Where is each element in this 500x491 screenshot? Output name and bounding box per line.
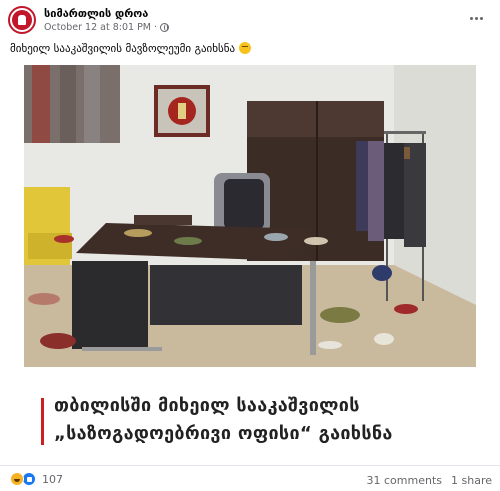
post-photo[interactable]: [24, 65, 476, 367]
facebook-post-card: სიმართლის დროა October 12 at 8:01 PM · მ…: [0, 0, 500, 491]
post-header: სიმართლის დროა October 12 at 8:01 PM ·: [0, 0, 500, 38]
post-meta: October 12 at 8:01 PM ·: [44, 22, 170, 33]
headline-banner: თბილისში მიხეილ სააკაშვილის „საზოგადოებრ…: [24, 367, 476, 465]
grimacing-face-emoji-icon: [238, 42, 251, 54]
like-reaction-icon: [22, 472, 36, 486]
post-caption: მიხეილ სააკაშვილის მავზოლეუმი გაიხსნა: [10, 42, 251, 55]
post-footer: 107 31 comments 1 share: [0, 465, 500, 491]
dot-icon: [479, 16, 483, 20]
comments-count-link[interactable]: 31 comments: [367, 474, 443, 487]
caption-text: მიხეილ სააკაშვილის მავზოლეუმი გაიხსნა: [10, 42, 236, 55]
headline-line-1: თბილისში მიხეილ სააკაშვილის: [54, 395, 360, 416]
more-options-button[interactable]: [464, 6, 488, 30]
headline-line-2: „საზოგადოებრივი ოფისი“ გაიხსნა: [54, 423, 393, 444]
dot-icon: [474, 16, 478, 20]
headline-accent-bar: [41, 398, 44, 445]
laugh-reaction-icon: [10, 472, 24, 486]
page-name-link[interactable]: სიმართლის დროა: [44, 7, 148, 20]
office-scene-image: [24, 65, 476, 367]
post-stats: 31 comments 1 share: [367, 474, 493, 487]
public-globe-icon: [160, 23, 170, 32]
fist-logo-icon: [12, 10, 32, 30]
reactions-summary[interactable]: 107: [10, 472, 63, 486]
dot-icon: [469, 16, 473, 20]
post-timestamp[interactable]: October 12 at 8:01 PM: [44, 22, 151, 33]
reaction-count: 107: [42, 472, 63, 486]
page-avatar[interactable]: [8, 6, 36, 34]
meta-separator: ·: [154, 22, 158, 33]
shares-count-link[interactable]: 1 share: [451, 474, 492, 487]
